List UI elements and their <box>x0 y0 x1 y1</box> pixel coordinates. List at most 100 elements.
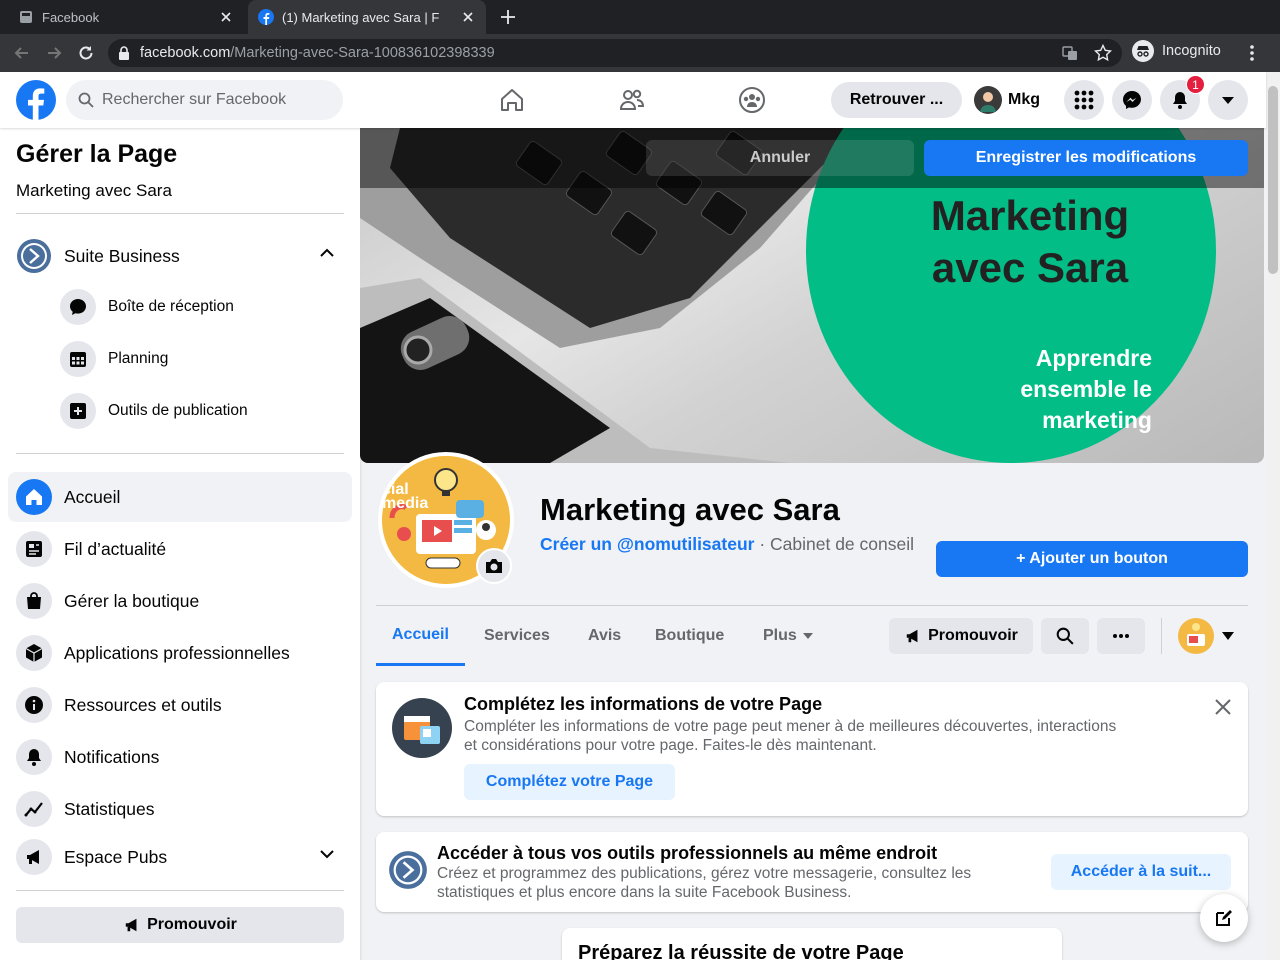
search-box[interactable] <box>66 80 343 120</box>
cover-tagline-line: marketing <box>1042 407 1152 433</box>
find-friends-button[interactable]: Retrouver ... <box>831 82 962 118</box>
sidebar-item-news-feed[interactable]: Fil d’actualité <box>8 524 352 574</box>
browser-menu-icon[interactable] <box>1248 44 1256 62</box>
address-bar[interactable]: facebook.com/Marketing-avec-Sara-1008361… <box>108 39 1122 67</box>
close-icon[interactable] <box>1214 698 1232 716</box>
card-title: Accéder à tous vos outils professionnels… <box>437 843 938 863</box>
tab-shop[interactable]: Boutique <box>639 606 740 666</box>
sidebar-item-publishing-tools[interactable]: Outils de publication <box>52 386 344 436</box>
close-icon[interactable] <box>218 9 234 25</box>
business-suite-button[interactable]: Accéder à la suit... <box>1051 854 1231 890</box>
news-feed-icon <box>16 531 52 567</box>
sidebar-item-label: Statistiques <box>64 798 155 819</box>
nav-groups[interactable] <box>696 80 808 120</box>
cover-brand-line: avec Sara <box>931 244 1129 291</box>
notifications-button[interactable]: 1 <box>1160 75 1205 120</box>
lock-icon <box>119 46 129 60</box>
business-suite-icon <box>389 851 427 889</box>
browser-tab-facebook[interactable]: Facebook <box>8 0 244 34</box>
translate-icon[interactable] <box>1062 45 1078 61</box>
megaphone-icon <box>906 629 918 643</box>
profile-button[interactable]: Mkg <box>970 82 1054 118</box>
sidebar-item-business-suite[interactable]: Suite Business <box>8 231 352 281</box>
caret-down-icon <box>802 633 813 639</box>
promote-button[interactable]: Promouvoir <box>889 618 1033 654</box>
page-meta: Créer un @nomutilisateur · Cabinet de co… <box>540 534 920 554</box>
page-main: Marketing avec Sara Apprendre ensemble l… <box>360 128 1266 960</box>
sidebar-item-label: Applications professionnelles <box>64 642 290 663</box>
more-options-button[interactable] <box>1097 618 1145 654</box>
page-switcher-button[interactable] <box>1178 618 1238 654</box>
account-button[interactable] <box>1208 80 1248 120</box>
sidebar-item-label: Planning <box>108 350 169 367</box>
cover-edit-bar: Annuler Enregistrer les modifications <box>360 128 1264 188</box>
divider <box>16 453 344 454</box>
sidebar-item-planning[interactable]: Planning <box>52 334 344 384</box>
complete-page-button[interactable]: Complétez votre Page <box>464 764 675 800</box>
menu-button[interactable] <box>1064 80 1104 120</box>
reload-icon[interactable] <box>76 43 96 63</box>
add-button-button[interactable]: + Ajouter un bouton <box>936 541 1248 577</box>
tab-services[interactable]: Services <box>468 606 566 666</box>
sidebar-item-label: Espace Pubs <box>64 846 168 867</box>
nav-home[interactable] <box>456 80 568 120</box>
ellipsis-icon <box>1113 634 1129 638</box>
card-title: Préparez la réussite de votre Page <box>578 942 904 960</box>
sidebar-item-notifications[interactable]: Notifications <box>8 732 352 782</box>
cover-tagline: Apprendre ensemble le marketing <box>960 343 1220 436</box>
sidebar-item-insights[interactable]: Statistiques <box>8 784 352 834</box>
page-search-button[interactable] <box>1041 618 1089 654</box>
tab-home[interactable]: Accueil <box>376 606 465 666</box>
new-tab-icon[interactable] <box>500 9 516 25</box>
sidebar-item-ads-center[interactable]: Espace Pubs <box>8 832 352 882</box>
url-path: /Marketing-avec-Sara-100836102398339 <box>230 45 495 61</box>
messenger-button[interactable] <box>1112 80 1152 120</box>
button-label: Promouvoir <box>928 627 1018 644</box>
save-changes-button[interactable]: Enregistrer les modifications <box>924 140 1248 176</box>
close-icon[interactable] <box>460 9 476 25</box>
tab-reviews[interactable]: Avis <box>572 606 637 666</box>
forward-icon[interactable] <box>44 43 64 63</box>
megaphone-icon <box>125 918 137 932</box>
caret-down-icon <box>1222 97 1234 104</box>
tab-title: Facebook <box>42 9 100 25</box>
card-title: Complétez les informations de votre Page <box>464 694 823 714</box>
search-icon <box>1056 627 1074 645</box>
page-icon <box>20 11 32 23</box>
divider <box>16 213 344 214</box>
sidebar-promote-button[interactable]: Promouvoir <box>16 907 344 943</box>
svg-text:media: media <box>382 495 428 512</box>
cover-tagline-line: Apprendre <box>1035 345 1152 371</box>
sidebar-item-label: Gérer la boutique <box>64 590 200 611</box>
cover-tagline-line: ensemble le <box>1020 376 1152 402</box>
chevron-down-icon[interactable] <box>320 849 334 859</box>
sidebar-item-home[interactable]: Accueil <box>8 472 352 522</box>
browser-tab-marketing[interactable]: (1) Marketing avec Sara | F <box>248 0 486 34</box>
facebook-logo-icon[interactable] <box>16 80 56 120</box>
cover-brand-title: Marketing avec Sara <box>890 190 1170 294</box>
incognito-indicator[interactable]: Incognito <box>1132 40 1221 62</box>
sidebar-item-business-apps[interactable]: Applications professionnelles <box>8 628 352 678</box>
sidebar-item-resources[interactable]: Ressources et outils <box>8 680 352 730</box>
sidebar-item-inbox[interactable]: Boîte de réception <box>52 282 344 332</box>
business-suite-icon <box>16 238 52 274</box>
search-input[interactable] <box>102 91 322 109</box>
back-icon[interactable] <box>12 43 32 63</box>
create-username-link[interactable]: Créer un @nomutilisateur <box>540 534 754 554</box>
sidebar-item-shop[interactable]: Gérer la boutique <box>8 576 352 626</box>
page-title: Marketing avec Sara <box>540 492 840 527</box>
tab-more[interactable]: Plus <box>747 606 829 666</box>
scrollbar-thumb[interactable] <box>1268 86 1278 274</box>
nav-friends[interactable] <box>576 80 688 120</box>
cover-photo[interactable]: Marketing avec Sara Apprendre ensemble l… <box>360 128 1264 463</box>
cancel-button[interactable]: Annuler <box>646 140 914 176</box>
chevron-up-icon[interactable] <box>320 248 334 258</box>
browser-chrome: Facebook (1) Marketing avec Sara | F fac… <box>0 0 1280 72</box>
home-icon <box>501 89 523 111</box>
search-icon <box>78 92 94 108</box>
sidebar-title: Gérer la Page <box>16 140 178 168</box>
groups-icon <box>739 87 765 113</box>
update-profile-picture-button[interactable] <box>476 548 512 584</box>
bookmark-star-icon[interactable] <box>1094 44 1112 62</box>
new-message-button[interactable] <box>1200 894 1248 942</box>
